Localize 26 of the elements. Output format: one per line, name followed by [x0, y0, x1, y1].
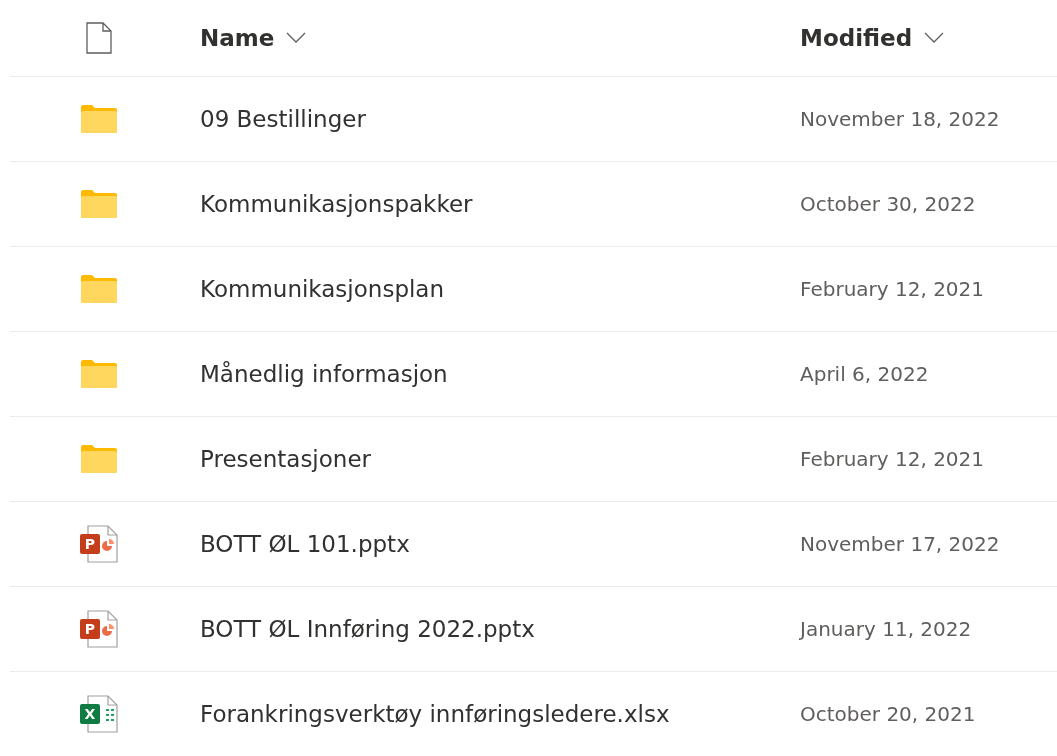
file-name[interactable]: Forankringsverktøy innføringsledere.xlsx — [200, 701, 800, 727]
modified-date: November 17, 2022 — [800, 532, 1001, 556]
column-header[interactable]: Name — [200, 25, 800, 51]
file-name[interactable]: BOTT ØL 101.pptx — [200, 531, 800, 557]
modified-date: April 6, 2022 — [800, 362, 930, 386]
chevron-down-icon — [924, 32, 945, 44]
document-icon — [86, 22, 112, 54]
folder-icon — [80, 104, 118, 134]
file-name[interactable]: Kommunikasjonspakker — [200, 191, 800, 217]
file-name[interactable]: Månedlig informasjon — [200, 361, 800, 387]
folder-icon — [80, 274, 118, 304]
file-name[interactable]: Kommunikasjonsplan — [200, 276, 800, 302]
modified-date: February 12, 2021 — [800, 447, 986, 471]
modified-date: February 12, 2021 — [800, 277, 986, 301]
modified-date: October 30, 2022 — [800, 192, 977, 216]
modified-date: January 11, 2022 — [800, 617, 973, 641]
chevron-down-icon — [286, 32, 307, 44]
file-name[interactable]: BOTT ØL Innføring 2022.pptx — [200, 616, 800, 642]
file-name[interactable]: Presentasjoner — [200, 446, 800, 472]
file-name[interactable]: 09 Bestillinger — [200, 106, 800, 132]
modified-date: October 20, 2021 — [800, 702, 977, 726]
column-header[interactable]: Modified — [800, 25, 1057, 51]
folder-icon — [80, 359, 118, 389]
modified-date: November 18, 2022 — [800, 107, 1001, 131]
folder-icon — [80, 444, 118, 474]
folder-icon — [80, 189, 118, 219]
